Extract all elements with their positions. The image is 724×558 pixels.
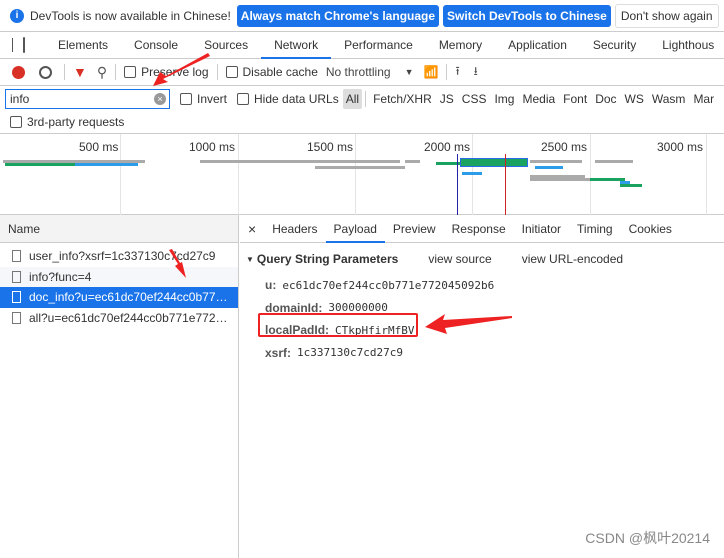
annotation-arrows: [153, 53, 512, 334]
arrow-icon: [425, 314, 512, 334]
arrow-icon: [153, 53, 210, 86]
arrow-icon: [169, 249, 186, 278]
watermark: CSDN @枫叶20214: [585, 530, 710, 546]
